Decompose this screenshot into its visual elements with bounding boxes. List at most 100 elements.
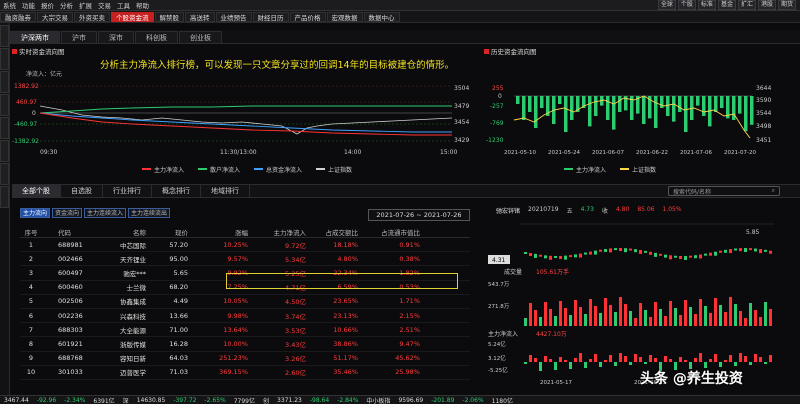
col-header[interactable]: 现价: [146, 227, 188, 237]
table-row[interactable]: 7 688303 大全能源 71.00 13.64% 3.53亿 10.66% 2.51%: [20, 323, 470, 338]
vol-bar: [629, 311, 632, 326]
sidebar-button[interactable]: [0, 94, 9, 116]
table-cell: 35.46%: [333, 368, 358, 377]
nav-item[interactable]: 产品价格: [289, 11, 326, 22]
nav-item[interactable]: 宏观数据: [326, 11, 363, 22]
filter-main-flow[interactable]: 主力流向: [20, 208, 51, 218]
tab-market-all[interactable]: 沪深两市: [10, 31, 60, 43]
nav-item[interactable]: 融资融券: [0, 11, 36, 22]
nav-item[interactable]: 财经日历: [252, 11, 289, 22]
flow-x-label: 14:00: [344, 149, 361, 156]
main-bar: [769, 355, 772, 362]
toolbar-right-item[interactable]: 港股: [757, 0, 776, 10]
table-row[interactable]: 2 002466 天齐锂业 95.00 9.57% 5.34亿 4.80% 0.38%: [20, 252, 470, 267]
toolbar-right-item[interactable]: 扩汇: [737, 0, 756, 10]
toolbar-item[interactable]: 报价: [38, 0, 57, 10]
table-row[interactable]: 9 688768 容知日新 64.03 251.23% 3.26亿 51.17% 45.62%: [20, 352, 470, 366]
tab-concept[interactable]: 概念排行: [152, 185, 201, 197]
col-header[interactable]: 占成交额比: [306, 227, 359, 237]
sidebar-button[interactable]: [0, 25, 9, 47]
table-cell: 688768: [58, 354, 83, 363]
toolbar-item[interactable]: 功能: [19, 0, 38, 10]
search-input[interactable]: 搜索代码/名称 ⌕: [668, 186, 780, 196]
tab-market-sh[interactable]: 沪市: [61, 31, 97, 43]
toolbar-item[interactable]: 分析: [57, 0, 76, 10]
sidebar-button[interactable]: [0, 71, 9, 93]
tab-market-star[interactable]: 科创板: [135, 31, 178, 43]
nav-item-active[interactable]: 个股资金流: [111, 11, 154, 22]
tab-watchlist[interactable]: 自选股: [61, 185, 103, 197]
table-cell: 4: [28, 283, 34, 292]
col-header[interactable]: 名称: [94, 227, 146, 237]
table-row[interactable]: 1 688981 中芯国际 57.20 10.25% 9.72亿 18.18% 0.91%: [20, 238, 470, 253]
nav-item[interactable]: 大宗交易: [37, 11, 73, 22]
vol-bar: [539, 317, 542, 326]
table-row[interactable]: 6 002236 兴森科技 13.66 9.98% 3.74亿 23.13% 2.15%: [20, 309, 470, 324]
table-row[interactable]: 10 301033 迈普医学 71.03 369.15% 2.60亿 35.46% 25.98…: [20, 366, 470, 380]
toolbar-item[interactable]: 扩展: [76, 0, 95, 10]
legend-item: 散户净流入: [198, 165, 240, 174]
toolbar-right-item[interactable]: 标准: [697, 0, 716, 10]
vol-bar: [729, 297, 732, 326]
col-header[interactable]: 代码: [42, 227, 94, 237]
legend-item: 主力净流入: [564, 165, 606, 174]
table-row[interactable]: 5 002506 协鑫集成 4.49 10.05% 4.50亿 23.65% 1.71%: [20, 295, 470, 309]
nav-item[interactable]: 高送转: [185, 11, 215, 22]
vol-axis: 271.8万: [488, 303, 510, 310]
tab-market-gem[interactable]: 创业板: [179, 31, 222, 43]
table-row[interactable]: 3 600497 驰宏*** 5.65 9.92% 5.25亿 22.34% 1.82%: [20, 266, 470, 281]
toolbar-right-item[interactable]: 期货: [777, 0, 796, 10]
table-cell: 3.74亿: [285, 312, 306, 321]
vol-bar: [574, 300, 577, 326]
nav-item[interactable]: 数据中心: [363, 11, 400, 22]
col-header[interactable]: 占流通市值比: [358, 227, 420, 237]
toolbar-item[interactable]: 工具: [114, 0, 133, 10]
tab-all-stocks[interactable]: 全部个股: [12, 185, 61, 197]
status-item: 14630.85: [136, 396, 166, 404]
table-cell: 9.92%: [227, 268, 248, 277]
toolbar-item[interactable]: 帮助: [133, 0, 152, 10]
toolbar-item[interactable]: 交易: [95, 0, 114, 10]
vol-bar: [749, 303, 752, 326]
col-header[interactable]: 主力净流入: [248, 227, 307, 237]
sidebar-button[interactable]: [0, 140, 9, 162]
search-placeholder: 搜索代码/名称: [673, 188, 712, 196]
table-row[interactable]: 4 600460 士兰微 68.20 7.25% 4.71亿 6.59% 0.53%: [20, 281, 470, 295]
main-bar: [664, 356, 667, 362]
filter-fund-flow[interactable]: 资金流向: [52, 208, 83, 218]
legend-item: 上证指数: [316, 165, 352, 174]
sidebar-button[interactable]: [0, 186, 9, 208]
hist-bar: [750, 96, 754, 125]
nav-item[interactable]: 解禁股: [154, 11, 184, 22]
filter-continuous-in[interactable]: 主力连续流入: [84, 208, 127, 218]
candle: [589, 251, 592, 255]
sidebar-button[interactable]: [0, 117, 9, 139]
nav-item[interactable]: 外资买卖: [74, 11, 110, 22]
tab-industry[interactable]: 行业排行: [103, 185, 152, 197]
candle: [674, 255, 677, 258]
col-header[interactable]: 序号: [20, 227, 42, 237]
toolbar-right-item[interactable]: 基金: [717, 0, 736, 10]
candle: [724, 249, 727, 253]
vol-bar: [549, 309, 552, 326]
table-row[interactable]: 8 601921 浙版传媒 16.28 10.00% 3.43亿 38.86% 9.47%: [20, 337, 470, 352]
hist-bar: [672, 96, 676, 122]
tab-region[interactable]: 地域排行: [201, 185, 250, 197]
nav-item[interactable]: 业绩预告: [215, 11, 252, 22]
main-bar: [629, 362, 632, 365]
table-cell: 25.98%: [395, 368, 420, 377]
sidebar-button[interactable]: [0, 163, 9, 185]
history-flow-panel: 历史资金流向图 255 0 -257 -769 -1230 3644 3590 …: [484, 46, 800, 176]
col-header[interactable]: 涨幅: [188, 227, 248, 237]
filter-continuous-out[interactable]: 主力连续流出: [128, 208, 171, 218]
table-cell: 688981: [58, 240, 83, 249]
sidebar-button[interactable]: [0, 48, 9, 70]
toolbar-item[interactable]: 系统: [0, 0, 19, 10]
candle: [619, 248, 622, 252]
hist-bar: [606, 96, 610, 120]
tab-market-sz[interactable]: 深市: [98, 31, 134, 43]
date-range-picker[interactable]: 2021-07-26 ~ 2021-07-26: [368, 209, 470, 221]
toolbar-right-item[interactable]: 个股: [677, 0, 696, 10]
main-bar: [734, 362, 737, 366]
toolbar-right-item[interactable]: 全球: [657, 0, 676, 10]
